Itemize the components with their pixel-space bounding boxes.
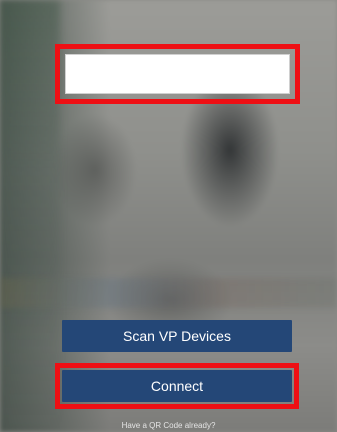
connect-button[interactable]: Connect [62, 370, 292, 402]
background-glass-panel [0, 0, 60, 432]
background-table-stripes [0, 278, 337, 308]
connect-button-highlight: Connect [55, 363, 299, 409]
scan-vp-devices-button[interactable]: Scan VP Devices [62, 320, 292, 352]
qr-code-link[interactable]: Have a QR Code already? [0, 421, 337, 430]
device-input-highlight [55, 44, 300, 104]
device-address-input[interactable] [65, 54, 290, 94]
